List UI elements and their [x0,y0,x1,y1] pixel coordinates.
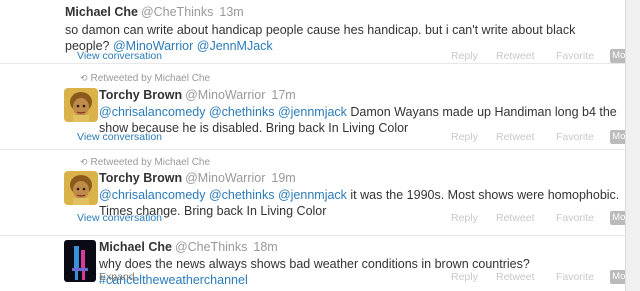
mention-link[interactable]: @chrisalancomedy [99,105,205,119]
reply-action[interactable]: Reply [451,271,478,283]
tweet-timestamp[interactable]: 19m [271,171,295,185]
tweet-timestamp[interactable]: 18m [253,240,277,254]
favorite-action[interactable]: Favorite [556,131,594,143]
tweet-actions: Reply Retweet Favorite [0,50,626,64]
mention-link[interactable]: @jennmjack [278,105,347,119]
favorite-action[interactable]: Favorite [556,50,594,62]
tweet-author-username[interactable]: @MinoWarrior [185,88,265,102]
mention-link[interactable]: @chethinks [209,188,275,202]
tweet-author-username[interactable]: @MinoWarrior [185,171,265,185]
reply-action[interactable]: Reply [451,212,478,224]
scrollbar[interactable] [625,0,640,291]
tweet-author-username[interactable]: @CheThinks [141,5,213,19]
retweet-action[interactable]: Retweet [496,271,535,283]
retweet-context: ⟲ Retweeted by Michael Che [80,157,210,168]
tweet-author-name[interactable]: Torchy Brown [99,88,182,102]
tweet-actions: Reply Retweet Favorite [0,131,626,145]
tweet-actions: Reply Retweet Favorite [0,271,626,285]
tweet-header: Torchy Brown @MinoWarrior 19m [99,171,296,185]
tweet-header: Michael Che @CheThinks 18m [99,240,278,254]
avatar[interactable] [64,88,98,122]
retweet-action[interactable]: Retweet [496,50,535,62]
tweet-2[interactable]: ⟲ Retweeted by Michael Che Torchy Brown @M… [0,64,636,150]
tweet-author-username[interactable]: @CheThinks [175,240,247,254]
tweet-author-name[interactable]: Michael Che [65,5,138,19]
favorite-action[interactable]: Favorite [556,271,594,283]
tweet-header: Torchy Brown @MinoWarrior 17m [99,88,296,102]
mention-link[interactable]: @chethinks [209,105,275,119]
tweet-1[interactable]: Michael Che @CheThinks 13m so damon can wr… [0,0,636,64]
tweet-actions: Reply Retweet Favorite [0,212,626,226]
reply-action[interactable]: Reply [451,131,478,143]
tweet-3[interactable]: ⟲ Retweeted by Michael Che Torchy Brown @M… [0,150,636,236]
retweeted-by-label[interactable]: Retweeted by Michael Che [91,157,211,168]
mention-link[interactable]: @jennmjack [278,188,347,202]
tweet-header: Michael Che @CheThinks 13m [65,5,244,19]
reply-action[interactable]: Reply [451,50,478,62]
retweet-small-icon: ⟲ [80,157,88,167]
mention-link[interactable]: @chrisalancomedy [99,188,205,202]
retweet-action[interactable]: Retweet [496,212,535,224]
tweet-4[interactable]: Michael Che @CheThinks 18m why does the ne… [0,236,636,291]
retweet-context: ⟲ Retweeted by Michael Che [80,73,210,84]
tweet-author-name[interactable]: Michael Che [99,240,172,254]
retweet-small-icon: ⟲ [80,73,88,83]
retweet-action[interactable]: Retweet [496,131,535,143]
favorite-action[interactable]: Favorite [556,212,594,224]
avatar-image [64,88,98,122]
tweet-text-segment: why does the news always shows bad weath… [99,257,530,271]
tweet-timestamp[interactable]: 17m [271,88,295,102]
tweet-timestamp[interactable]: 13m [219,5,243,19]
retweeted-by-label[interactable]: Retweeted by Michael Che [91,73,211,84]
avatar[interactable] [64,171,98,205]
tweet-author-name[interactable]: Torchy Brown [99,171,182,185]
avatar-image [64,171,98,205]
